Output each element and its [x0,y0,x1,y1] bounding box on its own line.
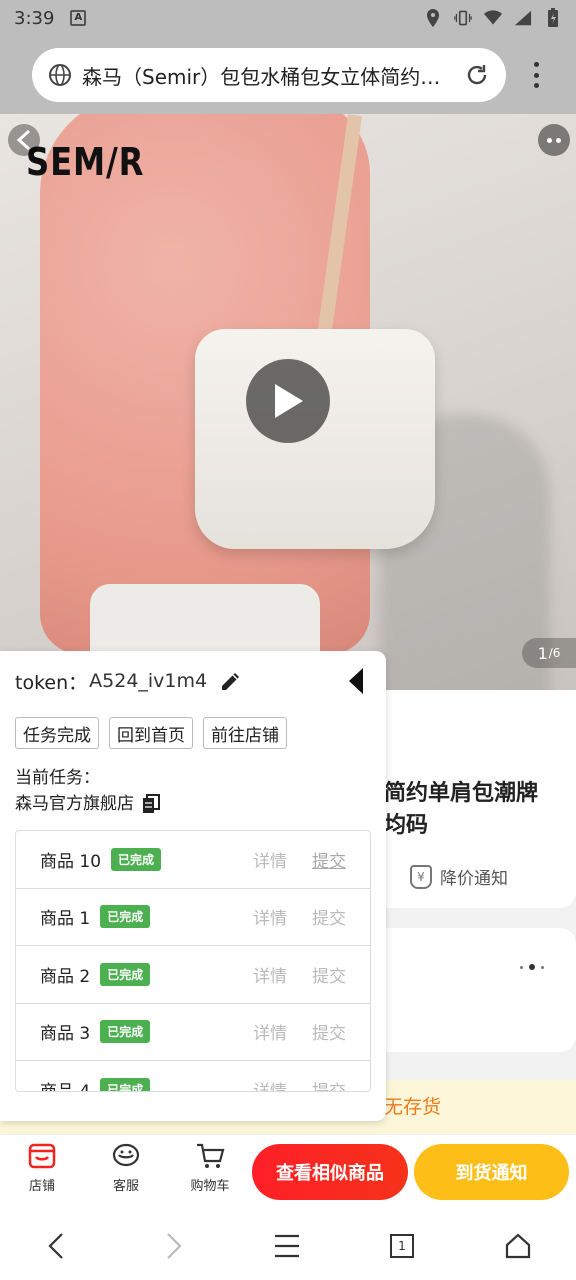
product-media[interactable]: SEM/R 1/6 [0,114,576,690]
item-name: 商品 2 [40,966,91,987]
submit-link[interactable]: 提交 [312,1019,346,1044]
nav-forward-icon[interactable] [156,1228,192,1264]
browser-menu-button[interactable] [524,58,548,92]
battery-icon [544,8,562,27]
task-list: 商品 10 已完成 详情 提交 商品 1 已完成 详情 提交 商品 2 已完成 … [15,830,371,1092]
nav-tabs-button[interactable]: 1 [384,1228,420,1264]
detail-link[interactable]: 详情 [253,847,287,872]
signal-icon [514,9,532,27]
list-item: 商品 1 已完成 详情 提交 [16,889,370,946]
system-nav-bar: 1 [0,1210,576,1280]
notification-a-icon: A [70,10,87,26]
reload-icon[interactable] [464,62,490,88]
brand-logo: SEM/R [26,140,145,184]
item-name: 商品 10 [40,851,102,872]
location-icon [424,9,442,27]
address-bar[interactable]: 森马（Semir）包包水桶包女立体简约单肩包潮牌 [32,48,506,102]
status-bar: 3:39 A [0,0,576,36]
token-label: token： [15,671,88,694]
go-to-shop-button[interactable]: 前往店铺 [203,717,287,749]
nav-home-icon[interactable] [500,1228,536,1264]
shop-icon [27,1141,57,1171]
token-row: token： A524_iv1m4 [15,666,371,696]
shop-label: 店铺 [28,1179,55,1194]
item-name: 商品 4 [40,1081,91,1092]
cart-button[interactable]: 购物车 [179,1141,241,1194]
item-name: 商品 1 [40,909,91,930]
status-badge: 已完成 [100,962,151,986]
current-task: 当前任务： 森马官方旗舰店 [15,765,160,817]
vibrate-icon [454,9,472,27]
globe-icon [48,63,72,87]
token-value: A524_iv1m4 [89,670,208,692]
detail-link[interactable]: 详情 [253,962,287,987]
product-photo-bag [195,329,435,549]
spec-more-icon[interactable] [520,964,544,970]
image-counter-current: 1 [537,643,548,663]
submit-link[interactable]: 提交 [312,904,346,929]
detail-link[interactable]: 详情 [253,1077,287,1091]
panel-actions: 任务完成 回到首页 前往店铺 [15,717,287,749]
image-counter: 1/6 [522,638,576,668]
view-similar-button[interactable]: 查看相似商品 [252,1144,408,1200]
list-item: 商品 10 已完成 详情 提交 [16,831,370,889]
image-counter-total: /6 [548,646,561,660]
current-task-shop: 森马官方旗舰店 [15,794,134,814]
price-alert-button[interactable]: ¥ 降价通知 [410,864,508,889]
wifi-icon [484,9,502,27]
more-button[interactable] [538,124,570,156]
list-item: 商品 3 已完成 详情 提交 [16,1004,370,1061]
submit-link[interactable]: 提交 [312,1077,346,1091]
task-panel: token： A524_iv1m4 任务完成 回到首页 前往店铺 当前任务： 森… [0,651,386,1121]
price-alert-icon: ¥ [410,864,432,889]
service-label: 客服 [112,1179,139,1194]
detail-link[interactable]: 详情 [253,904,287,929]
back-home-button[interactable]: 回到首页 [109,717,193,749]
back-button[interactable] [8,124,40,156]
copy-icon[interactable] [142,794,160,814]
status-badge: 已完成 [100,1077,151,1091]
current-task-label: 当前任务： [15,768,100,788]
nav-menu-icon[interactable] [269,1228,305,1264]
bottom-action-bar: 店铺 客服 购物车 查看相似商品 到货通知 [0,1134,576,1210]
cart-label: 购物车 [190,1179,230,1194]
collapse-panel-icon[interactable] [346,667,366,695]
chevron-left-icon [16,129,31,151]
task-complete-button[interactable]: 任务完成 [15,717,99,749]
cart-icon [195,1141,225,1171]
product-title-line2: 均码 [384,813,429,838]
edit-token-icon[interactable] [219,669,243,693]
status-badge: 已完成 [100,905,151,929]
item-name: 商品 3 [40,1024,91,1045]
status-badge: 已完成 [100,1020,151,1044]
play-video-button[interactable] [246,359,330,443]
list-item: 商品 2 已完成 详情 提交 [16,946,370,1004]
page-title: 森马（Semir）包包水桶包女立体简约单肩包潮牌 [82,64,454,89]
tabs-count: 1 [398,1239,406,1253]
service-icon [111,1141,141,1171]
stock-status: 无存货 [384,1096,442,1118]
product-title: 简约单肩包潮牌 均码 [384,778,574,842]
status-time: 3:39 [14,7,55,29]
customer-service-button[interactable]: 客服 [95,1141,157,1194]
submit-link[interactable]: 提交 [312,847,346,872]
list-item: 商品 4 已完成 详情 提交 [16,1061,370,1092]
shop-button[interactable]: 店铺 [11,1141,73,1194]
status-badge: 已完成 [111,847,162,871]
price-alert-label: 降价通知 [440,869,508,889]
browser-toolbar: 森马（Semir）包包水桶包女立体简约单肩包潮牌 [0,36,576,114]
play-icon [275,384,303,418]
detail-link[interactable]: 详情 [253,1019,287,1044]
nav-back-icon[interactable] [38,1228,74,1264]
product-title-line1: 简约单肩包潮牌 [384,781,539,806]
restock-notify-button[interactable]: 到货通知 [414,1144,569,1200]
submit-link[interactable]: 提交 [312,962,346,987]
